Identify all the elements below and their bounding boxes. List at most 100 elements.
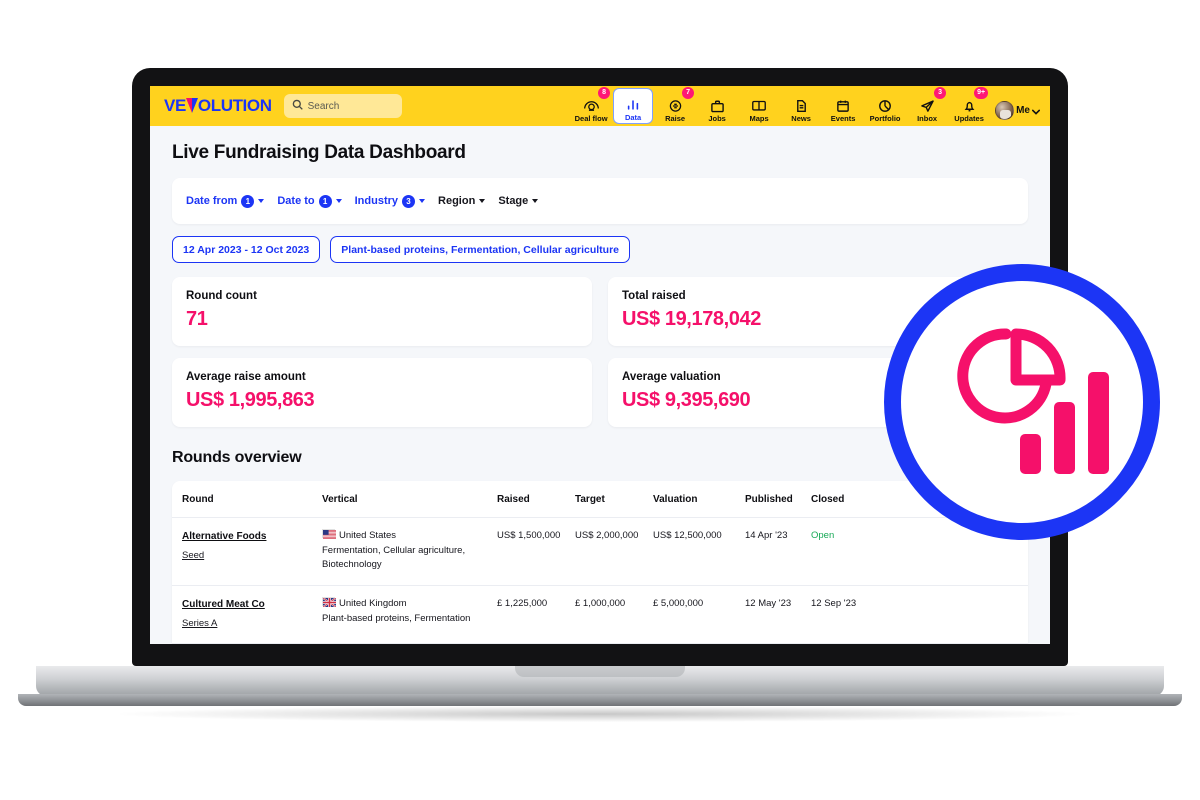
- nav-label-updates: Updates: [954, 113, 984, 123]
- pie-chart-bars-icon: [928, 314, 1116, 491]
- filter-stage[interactable]: Stage: [498, 195, 539, 207]
- nav-item-updates[interactable]: 9+ Updates: [949, 87, 989, 124]
- round-company-link[interactable]: Alternative Foods: [182, 529, 316, 545]
- avatar: [995, 101, 1015, 120]
- data-badge: [884, 264, 1160, 540]
- search-icon: [292, 97, 303, 115]
- nav-item-inbox[interactable]: 3 Inbox: [907, 87, 947, 124]
- filter-count-date-to: 1: [318, 194, 332, 208]
- filter-bar: Date from 1 Date to 1 Industry 3 Region …: [172, 178, 1028, 224]
- column-header-raised[interactable]: Raised: [497, 481, 575, 518]
- table-row[interactable]: Alternative Foods Seed United States Fer…: [172, 517, 1028, 587]
- cell-published: 12 May '23: [745, 585, 811, 644]
- nav-item-maps[interactable]: Maps: [739, 88, 779, 124]
- account-menu[interactable]: Me: [995, 101, 1040, 124]
- filter-label-industry: Industry: [354, 195, 399, 207]
- filter-label-date-to: Date to: [277, 195, 315, 207]
- vevolution-logo[interactable]: VE OLUTION: [164, 96, 272, 116]
- round-company-link[interactable]: Cultured Meat Co: [182, 597, 316, 613]
- filter-date-to[interactable]: Date to 1: [277, 194, 342, 208]
- cell-closed-status: 12 Sep '23: [811, 585, 1028, 644]
- column-header-round[interactable]: Round: [172, 481, 322, 518]
- round-country: United Kingdom: [339, 598, 407, 610]
- stat-card-round-count: Round count 71: [172, 277, 592, 346]
- cell-target: US$ 2,000,000: [575, 517, 653, 587]
- filter-count-industry: 3: [402, 194, 416, 208]
- nav-badge-raise: 7: [682, 87, 695, 99]
- filter-chip-date-range[interactable]: 12 Apr 2023 - 12 Oct 2023: [172, 236, 321, 263]
- chevron-down-icon: [532, 199, 539, 203]
- nav-label-data: Data: [624, 112, 642, 122]
- logo-text-after: OLUTION: [197, 96, 272, 115]
- chevron-down-icon: [335, 199, 342, 203]
- us-flag-icon: [322, 529, 336, 539]
- cell-published: 14 Apr '23: [745, 517, 811, 587]
- nav-item-raise[interactable]: 7 Raise: [655, 87, 695, 124]
- nav-label-inbox: Inbox: [917, 113, 938, 123]
- stat-card-average-raise-amount: Average raise amount US$ 1,995,863: [172, 358, 592, 427]
- stat-label-average-raise-amount: Average raise amount: [186, 371, 306, 383]
- stat-value-average-raise-amount: US$ 1,995,863: [186, 389, 315, 411]
- nav-label-events: Events: [830, 113, 856, 123]
- nav-label-portfolio: Portfolio: [869, 113, 901, 123]
- round-country: United States: [339, 530, 397, 541]
- round-stage-link[interactable]: Seed: [182, 549, 316, 564]
- column-header-vertical[interactable]: Vertical: [322, 481, 497, 518]
- column-header-valuation[interactable]: Valuation: [653, 481, 745, 518]
- round-verticals: Fermentation, Cellular agriculture, Biot…: [322, 544, 466, 571]
- nav-item-data[interactable]: Data: [613, 88, 654, 124]
- column-header-target[interactable]: Target: [575, 481, 653, 518]
- laptop-shadow: [120, 706, 1080, 722]
- logo-leaf-v-icon: [185, 98, 198, 113]
- round-verticals: Plant-based proteins, Fermentation: [322, 612, 471, 624]
- nav-label-news: News: [791, 113, 811, 123]
- bar-chart-icon: [626, 97, 640, 113]
- filter-region[interactable]: Region: [438, 195, 486, 207]
- laptop-base: [36, 666, 1164, 696]
- stat-value-round-count: 71: [186, 308, 208, 330]
- search-input[interactable]: Search: [283, 94, 402, 118]
- nav-item-deal-flow[interactable]: 8 Deal flow: [571, 87, 611, 124]
- search-placeholder: Search: [307, 100, 340, 112]
- uk-flag-icon: [322, 597, 337, 608]
- screenshot-canvas: VE OLUTION Search 8 Deal flow Data 7 Rai…: [0, 0, 1200, 800]
- cell-round: Cultured Meat Co Series A: [172, 585, 322, 644]
- filter-chip-industries[interactable]: Plant-based proteins, Fermentation, Cell…: [330, 236, 631, 263]
- nav-items: 8 Deal flow Data 7 Raise Jobs Maps News …: [571, 87, 1040, 124]
- nav-item-jobs[interactable]: Jobs: [697, 88, 737, 124]
- laptop-foot: [18, 694, 1182, 706]
- rounds-table: Round Vertical Raised Target Valuation P…: [172, 481, 1028, 644]
- cell-valuation: US$ 12,500,000: [653, 517, 745, 587]
- paper-plane-icon: [920, 98, 935, 114]
- round-stage-link[interactable]: Series A: [182, 617, 316, 632]
- filter-count-date-from: 1: [241, 194, 255, 208]
- chevron-down-icon: [258, 199, 265, 203]
- bell-icon: [963, 98, 976, 114]
- nav-item-news[interactable]: News: [781, 88, 821, 124]
- dealflow-icon: [583, 98, 600, 114]
- cell-valuation: £ 5,000,000: [653, 585, 745, 644]
- cell-raised: US$ 1,500,000: [497, 517, 575, 587]
- nav-badge-deal-flow: 8: [598, 87, 611, 99]
- chevron-down-icon: [419, 199, 426, 203]
- open-book-icon: [751, 98, 767, 114]
- column-header-published[interactable]: Published: [745, 481, 811, 518]
- stat-label-round-count: Round count: [186, 290, 257, 302]
- table-row[interactable]: Cultured Meat Co Series A United Kingdom…: [172, 585, 1028, 644]
- raise-money-icon: [667, 98, 684, 114]
- nav-badge-updates: 9+: [974, 87, 989, 99]
- filter-label-stage: Stage: [498, 195, 529, 207]
- table-header-row: Round Vertical Raised Target Valuation P…: [172, 481, 1028, 518]
- filter-date-from[interactable]: Date from 1: [186, 194, 265, 208]
- document-icon: [795, 98, 808, 114]
- filter-label-region: Region: [438, 195, 476, 207]
- logo-text-before: VE: [164, 96, 186, 115]
- page-title: Live Fundraising Data Dashboard: [172, 142, 466, 163]
- chevron-down-icon: [479, 199, 486, 203]
- nav-badge-inbox: 3: [934, 87, 947, 99]
- nav-item-events[interactable]: Events: [823, 88, 863, 124]
- cell-target: £ 1,000,000: [575, 585, 653, 644]
- filter-industry[interactable]: Industry 3: [354, 194, 426, 208]
- nav-item-portfolio[interactable]: Portfolio: [865, 88, 905, 124]
- cell-vertical: United States Fermentation, Cellular agr…: [322, 517, 497, 587]
